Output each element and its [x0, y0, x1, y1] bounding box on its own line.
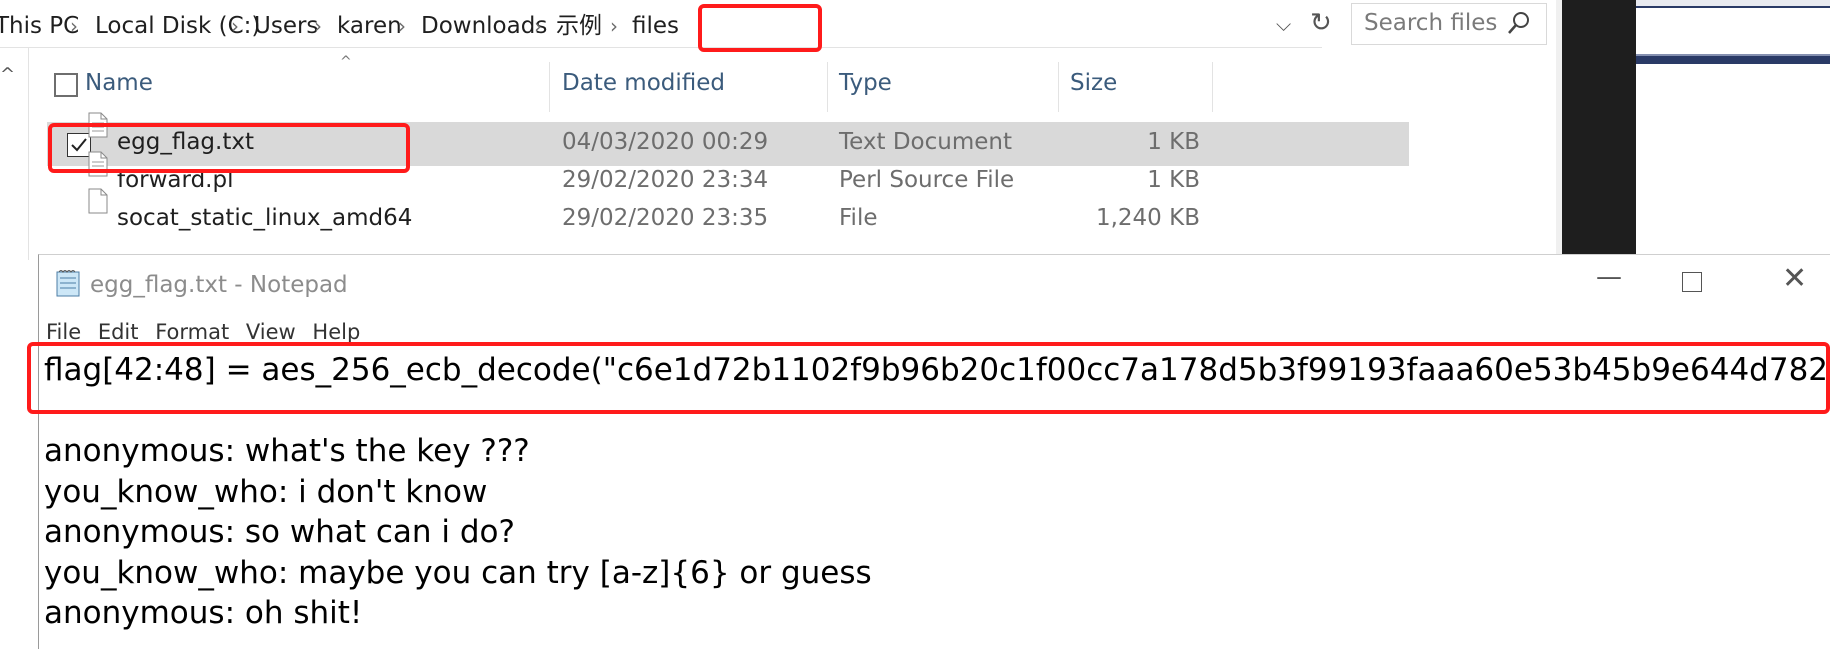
generic-file-icon	[88, 188, 108, 214]
menu-file[interactable]: File	[46, 320, 81, 344]
file-name[interactable]: socat_static_linux_amd64	[117, 205, 412, 231]
background-window-dark	[1562, 0, 1636, 260]
file-date: 04/03/2020 00:29	[562, 129, 769, 155]
address-bar-underline	[0, 47, 1322, 48]
menu-edit[interactable]: Edit	[98, 320, 139, 344]
highlight-box-flag-line	[27, 342, 1830, 414]
text-line: you_know_who: maybe you can try [a-z]{6}…	[44, 554, 872, 591]
breadcrumb-karen[interactable]: karen	[337, 9, 402, 43]
nav-pane-scroll-up-icon[interactable]: ^	[0, 64, 15, 85]
chevron-right-icon: ›	[610, 14, 618, 38]
column-divider[interactable]	[1058, 62, 1059, 112]
chevron-right-icon: ›	[534, 14, 542, 38]
file-size: 1,240 KB	[1095, 205, 1200, 231]
search-icon[interactable]	[1507, 11, 1531, 35]
breadcrumb-examples[interactable]: 示例	[556, 9, 602, 43]
minimize-icon[interactable]: —	[1596, 262, 1622, 292]
column-header-size[interactable]: Size	[1070, 70, 1117, 96]
background-window	[1636, 0, 1830, 260]
column-divider[interactable]	[549, 62, 550, 112]
column-header-type[interactable]: Type	[839, 70, 892, 96]
address-dropdown-icon[interactable]: ⌵	[1276, 12, 1291, 36]
column-divider[interactable]	[1212, 62, 1213, 112]
menu-format[interactable]: Format	[155, 320, 229, 344]
background-window-bar	[1636, 0, 1830, 8]
refresh-icon[interactable]: ↻	[1310, 8, 1332, 38]
text-line: anonymous: so what can i do?	[44, 514, 515, 550]
file-type: Perl Source File	[839, 167, 1015, 193]
close-icon[interactable]: ✕	[1782, 264, 1807, 294]
breadcrumb-users[interactable]: Users	[254, 9, 318, 43]
select-all-checkbox[interactable]	[54, 73, 78, 97]
menu-help[interactable]: Help	[312, 320, 360, 344]
chevron-right-icon: ›	[314, 14, 322, 38]
highlight-box-egg-flag	[48, 123, 410, 173]
file-type: File	[839, 205, 878, 231]
text-line: you_know_who: i don't know	[44, 473, 488, 510]
text-line: anonymous: what's the key ???	[44, 433, 530, 469]
breadcrumb-downloads[interactable]: Downloads	[421, 9, 547, 43]
chevron-right-icon: ›	[398, 14, 406, 38]
highlight-box-files	[698, 4, 822, 52]
breadcrumb-this-pc[interactable]: This PC	[0, 9, 79, 43]
column-header-name[interactable]: Name	[85, 70, 153, 96]
text-line: anonymous: oh shit!	[44, 595, 363, 631]
column-header-date-modified[interactable]: Date modified	[562, 70, 725, 96]
chevron-right-icon: ›	[70, 14, 78, 38]
search-placeholder: Search files	[1364, 10, 1498, 36]
notepad-menubar: File Edit Format View Help	[46, 320, 370, 344]
menu-view[interactable]: View	[246, 320, 296, 344]
notepad-title: egg_flag.txt - Notepad	[90, 272, 348, 298]
file-size: 1 KB	[1147, 167, 1200, 193]
breadcrumb-files[interactable]: files	[632, 9, 679, 43]
column-divider[interactable]	[827, 62, 828, 112]
file-date: 29/02/2020 23:34	[562, 167, 769, 193]
file-date: 29/02/2020 23:35	[562, 205, 769, 231]
sort-ascending-icon: ^	[340, 54, 352, 70]
file-type: Text Document	[839, 129, 1012, 155]
background-window-bar	[1636, 56, 1830, 64]
maximize-icon[interactable]	[1682, 272, 1702, 292]
file-size: 1 KB	[1147, 129, 1200, 155]
chevron-right-icon: ›	[231, 14, 239, 38]
nav-pane-border	[28, 48, 29, 260]
notepad-icon	[56, 270, 80, 297]
